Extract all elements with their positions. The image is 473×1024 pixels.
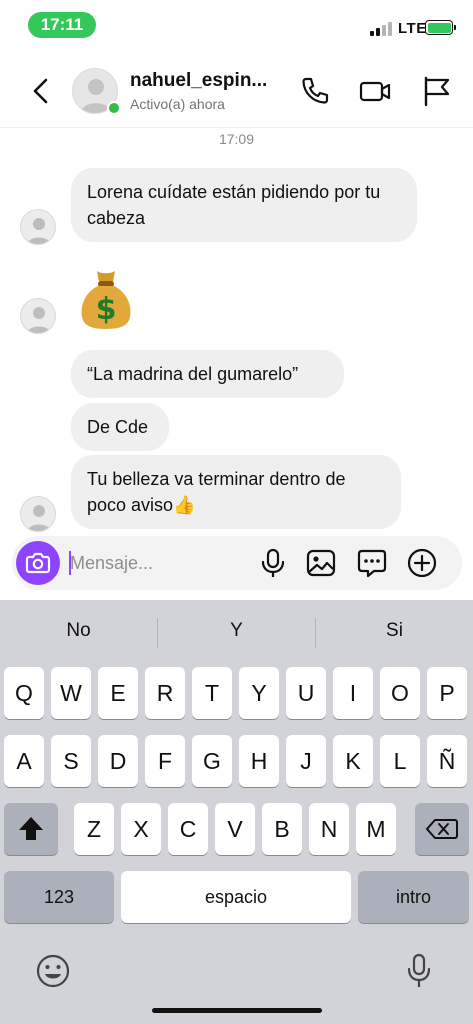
video-call-icon[interactable] (358, 74, 392, 108)
emoji-icon[interactable] (34, 952, 72, 990)
key-d[interactable]: D (98, 735, 138, 787)
backspace-key[interactable] (415, 803, 469, 855)
key-a[interactable]: A (4, 735, 44, 787)
camera-icon (25, 552, 51, 574)
sender-avatar[interactable] (20, 496, 56, 532)
key-j[interactable]: J (286, 735, 326, 787)
key-k[interactable]: K (333, 735, 373, 787)
key-b[interactable]: B (262, 803, 302, 855)
message-bubble[interactable]: “La madrina del gumarelo” (71, 350, 344, 398)
suggestion-y[interactable]: Y (158, 600, 315, 662)
signal-icon (370, 22, 394, 36)
message-input[interactable] (70, 547, 250, 579)
chat-status: Activo(a) ahora (130, 96, 225, 112)
money-bag-icon[interactable]: $ (78, 267, 134, 331)
shift-key[interactable] (4, 803, 58, 855)
key-y[interactable]: Y (239, 667, 279, 719)
default-user-icon (27, 218, 51, 244)
key-i[interactable]: I (333, 667, 373, 719)
back-icon[interactable] (24, 74, 58, 108)
key-v[interactable]: V (215, 803, 255, 855)
return-key[interactable]: intro (358, 871, 469, 923)
default-user-icon (27, 307, 51, 333)
message-composer (12, 536, 462, 590)
key-m[interactable]: M (356, 803, 396, 855)
flag-icon[interactable] (420, 74, 454, 108)
key-q[interactable]: Q (4, 667, 44, 719)
chat-header: nahuel_espin... Activo(a) ahora (0, 56, 473, 128)
key-h[interactable]: H (239, 735, 279, 787)
key-c[interactable]: C (168, 803, 208, 855)
svg-text:$: $ (96, 292, 117, 327)
numbers-key[interactable]: 123 (4, 871, 114, 923)
battery-tip (454, 25, 456, 30)
battery-icon (425, 20, 453, 35)
network-label: LTE (398, 20, 427, 37)
key-e[interactable]: E (98, 667, 138, 719)
status-bar: 17:11 LTE (0, 0, 473, 50)
avatar[interactable] (72, 68, 121, 116)
suggestion-no[interactable]: No (0, 600, 157, 662)
key-f[interactable]: F (145, 735, 185, 787)
key-p[interactable]: P (427, 667, 467, 719)
message-bubble[interactable]: De Cde (71, 403, 169, 451)
message-bubble[interactable]: Tu belleza va terminar dentro de poco av… (71, 455, 401, 529)
key-z[interactable]: Z (74, 803, 114, 855)
default-user-icon (27, 505, 51, 531)
key-n[interactable]: N (309, 803, 349, 855)
home-indicator[interactable] (152, 1008, 322, 1013)
key-g[interactable]: G (192, 735, 232, 787)
chat-username[interactable]: nahuel_espin... (130, 70, 285, 92)
camera-button[interactable] (16, 541, 60, 585)
keyboard: No Y Si Q W E R T Y U I O P A S D F G H … (0, 600, 473, 1024)
key-enye[interactable]: Ñ (427, 735, 467, 787)
key-s[interactable]: S (51, 735, 91, 787)
dictation-icon[interactable] (400, 952, 438, 990)
key-u[interactable]: U (286, 667, 326, 719)
online-indicator (107, 101, 121, 115)
sticker-chat-icon[interactable] (356, 547, 388, 579)
sender-avatar[interactable] (20, 209, 56, 245)
suggestion-si[interactable]: Si (316, 600, 473, 662)
key-l[interactable]: L (380, 735, 420, 787)
key-o[interactable]: O (380, 667, 420, 719)
gallery-icon[interactable] (305, 547, 337, 579)
add-icon[interactable] (406, 547, 438, 579)
key-r[interactable]: R (145, 667, 185, 719)
message-bubble[interactable]: Lorena cuídate están pidiendo por tu cab… (71, 168, 417, 242)
space-key[interactable]: espacio (121, 871, 351, 923)
key-w[interactable]: W (51, 667, 91, 719)
sender-avatar[interactable] (20, 298, 56, 334)
shift-icon (19, 817, 43, 840)
key-x[interactable]: X (121, 803, 161, 855)
status-time: 17:11 (28, 12, 96, 38)
phone-icon[interactable] (298, 74, 332, 108)
message-timestamp: 17:09 (218, 131, 255, 147)
backspace-icon (425, 819, 458, 839)
key-t[interactable]: T (192, 667, 232, 719)
microphone-icon[interactable] (257, 547, 289, 579)
